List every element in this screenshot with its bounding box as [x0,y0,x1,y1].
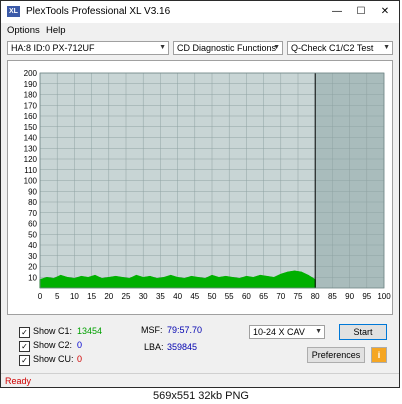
x-tick-label: 20 [104,292,113,301]
menu-help[interactable]: Help [46,25,66,36]
image-caption: 569x551 32kb PNG [0,388,402,404]
y-tick-label: 110 [24,166,37,175]
function-select-value: CD Diagnostic Functions [177,43,277,53]
msf-label: MSF: [141,325,163,335]
app-icon: XL [7,6,20,17]
x-tick-label: 45 [190,292,199,301]
speed-select-value: 10-24 X CAV [253,327,305,337]
chevron-down-icon: ▼ [273,44,280,51]
function-select[interactable]: CD Diagnostic Functions ▼ [173,41,283,55]
status-text: Ready [5,376,32,386]
x-tick-label: 5 [55,292,60,301]
show-cu-label: Show CU: [33,354,74,364]
x-tick-label: 10 [70,292,79,301]
title-bar: XL PlexTools Professional XL V3.16 — ☐ ✕ [1,1,399,23]
x-tick-label: 70 [276,292,285,301]
msf-value: 79:57.70 [167,325,203,335]
x-tick-label: 0 [38,292,43,301]
app-window: XL PlexTools Professional XL V3.16 — ☐ ✕… [0,0,400,388]
c1-c2-chart: 1020304050607080901001101201301401501601… [24,69,392,301]
chevron-down-icon: ▼ [159,44,166,51]
y-tick-label: 120 [24,155,38,164]
test-select[interactable]: Q-Check C1/C2 Test ▼ [287,41,393,55]
y-tick-label: 80 [28,198,37,207]
chart-panel: 10 20 30 40 50 60 70 80 90 100 110 120 130 140 150 160 1… [7,60,393,315]
close-icon[interactable]: ✕ [375,4,395,20]
status-bar: Ready [1,373,399,389]
speed-select[interactable]: 10-24 X CAV ▼ [249,325,325,339]
lba-value: 359845 [167,342,198,352]
x-tick-label: 50 [208,292,217,301]
cu-count: 0 [77,354,83,364]
info-button[interactable]: i [371,347,387,363]
x-tick-label: 15 [87,292,96,301]
y-tick-label: 20 [28,263,37,272]
y-tick-label: 60 [28,220,37,229]
drive-select-value: HA:8 ID:0 PX-712UF [11,43,95,53]
y-tick-label: 10 [28,273,37,282]
x-tick-label: 55 [225,292,234,301]
y-tick-label: 70 [28,209,37,218]
lba-label: LBA: [144,342,164,352]
start-button[interactable]: Start [339,324,387,340]
results-panel: ✓ Show C1: ✓ Show C2: ✓ Show CU: 13454 0 0 … [7,317,393,371]
y-tick-label: 140 [24,134,38,143]
chevron-down-icon: ▼ [315,328,322,335]
x-tick-label: 85 [328,292,337,301]
menu-options[interactable]: Options [7,25,40,36]
show-c1-label: Show C1: [33,326,73,336]
x-tick-label: 60 [242,292,251,301]
c1-count: 13454 [77,326,103,336]
x-tick-label: 40 [173,292,182,301]
x-tick-label: 75 [294,292,303,301]
x-tick-label: 80 [311,292,320,301]
minimize-icon[interactable]: — [327,4,347,20]
chevron-down-icon: ▼ [383,44,390,51]
window-title: PlexTools Professional XL V3.16 [26,6,171,17]
show-c2-label: Show C2: [33,340,73,350]
y-tick-label: 170 [24,101,38,110]
y-tick-label: 130 [24,144,38,153]
show-c1-checkbox[interactable]: ✓ Show C1: [19,326,72,338]
checkbox-check-icon: ✓ [19,355,30,366]
y-tick-label: 150 [24,123,38,132]
test-select-value: Q-Check C1/C2 Test [291,43,374,53]
x-tick-label: 90 [345,292,354,301]
y-tick-label: 100 [24,177,38,186]
menu-bar: Options Help [1,23,399,38]
x-tick-label: 35 [156,292,165,301]
checkbox-check-icon: ✓ [19,327,30,338]
show-cu-checkbox[interactable]: ✓ Show CU: [19,354,74,366]
x-tick-label: 65 [259,292,268,301]
y-tick-label: 180 [24,91,38,100]
x-tick-label: 100 [377,292,391,301]
c2-count: 0 [77,340,83,350]
y-tick-label: 160 [24,112,38,121]
x-tick-label: 30 [139,292,148,301]
y-tick-label: 90 [28,187,37,196]
checkbox-check-icon: ✓ [19,341,30,352]
x-tick-label: 95 [362,292,371,301]
drive-select[interactable]: HA:8 ID:0 PX-712UF ▼ [7,41,169,55]
y-tick-label: 200 [24,69,38,78]
preferences-button[interactable]: Preferences [307,347,365,363]
y-tick-label: 190 [24,80,38,89]
maximize-icon[interactable]: ☐ [351,4,371,20]
x-tick-label: 25 [122,292,131,301]
y-tick-label: 30 [28,252,37,261]
y-tick-label: 50 [28,230,37,239]
show-c2-checkbox[interactable]: ✓ Show C2: [19,340,72,352]
y-tick-label: 40 [28,241,37,250]
